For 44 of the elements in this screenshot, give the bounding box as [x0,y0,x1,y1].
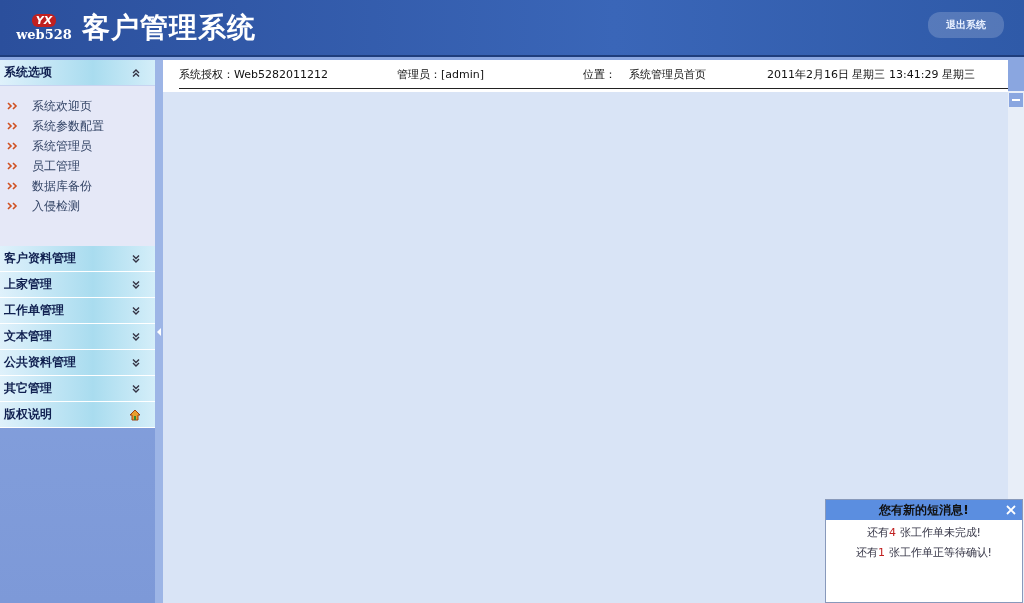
logo-text: YX [31,13,57,27]
chevron-down-icon [131,253,141,264]
admin-text: 管理员：[admin] [397,66,486,82]
double-arrow-icon [7,202,19,210]
sidebar-section-header[interactable]: 上家管理 [0,272,155,298]
chevron-down-icon [131,305,141,316]
popup-title: 您有新的短消息! [879,501,969,519]
logo-text: web528 [16,26,72,42]
close-icon[interactable] [1006,505,1016,515]
sidebar-section-header[interactable]: 工作单管理 [0,298,155,324]
message-line: 还有1 张工作单正等待确认! [855,545,993,560]
sidebar-link[interactable]: 入侵检测 [32,197,80,215]
chevron-down-icon [131,357,141,368]
double-arrow-icon [7,142,19,150]
chevron-down-icon [131,331,141,342]
chevron-down-icon [131,279,141,290]
logout-button[interactable]: 退出系统 [928,12,1004,38]
sidebar-link[interactable]: 系统管理员 [32,137,92,155]
double-arrow-icon [7,102,19,110]
sidebar-section-header[interactable]: 系统选项 [0,60,155,86]
sidebar-link[interactable]: 系统参数配置 [32,117,104,135]
location-label: 位置： [583,66,617,82]
double-arrow-icon [7,162,19,170]
scroll-button[interactable] [1009,93,1023,107]
collapse-arrow-icon [157,327,161,336]
sidebar-section-header[interactable]: 公共资料管理 [0,350,155,376]
chevron-up-icon [131,67,141,78]
sidebar-link[interactable]: 系统欢迎页 [32,97,92,115]
double-arrow-icon [7,122,19,130]
license-text: 系统授权：Web5282011212 [179,66,329,82]
message-line: 还有4 张工作单未完成! [866,525,982,540]
app-title: 客户管理系统 [82,9,256,46]
chevron-down-icon [131,383,141,394]
double-arrow-icon [7,182,19,190]
sidebar-link[interactable]: 数据库备份 [32,177,92,195]
sidebar-section-header[interactable]: 客户资料管理 [0,246,155,272]
location-text: 系统管理员首页 [629,66,707,82]
home-icon [129,408,141,421]
sidebar-section-header[interactable]: 其它管理 [0,376,155,402]
minus-icon [1012,99,1020,101]
sidebar-link[interactable]: 员工管理 [32,157,80,175]
sidebar-section-header[interactable]: 文本管理 [0,324,155,350]
datetime-text: 2011年2月16日 星期三 13:41:29 星期三 [767,66,975,82]
sidebar-section-header[interactable]: 版权说明 [0,402,155,428]
